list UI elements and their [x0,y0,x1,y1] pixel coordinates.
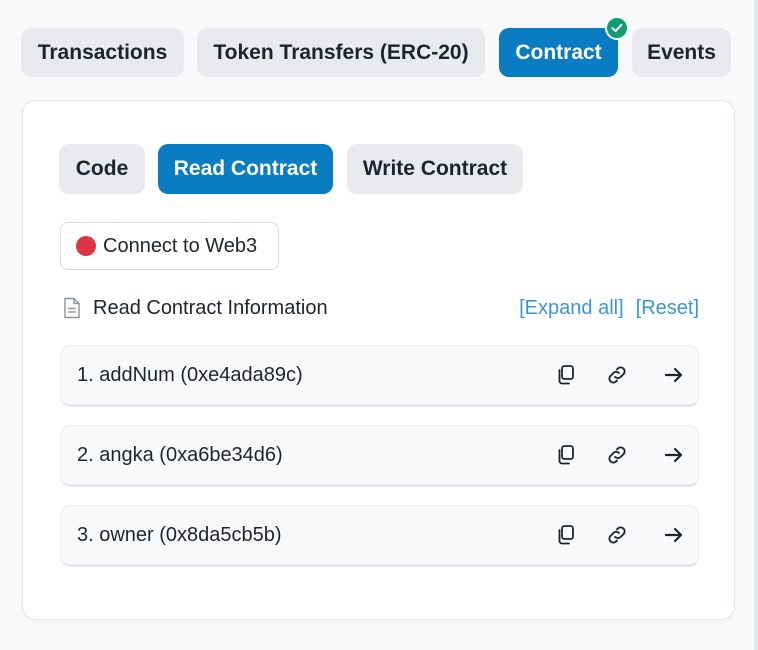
method-actions [554,346,686,404]
method-label: 3. owner (0x8da5cb5b) [77,523,282,546]
method-row-owner[interactable]: 3. owner (0x8da5cb5b) [60,505,699,567]
method-label: 2. angka (0xa6be34d6) [77,443,283,466]
tab-events-label: Events [647,40,716,64]
tab-transactions[interactable]: Transactions [21,28,184,77]
copy-icon[interactable] [554,363,578,387]
subtab-code[interactable]: Code [59,144,145,194]
link-icon[interactable] [605,523,629,547]
tab-events[interactable]: Events [632,28,731,77]
method-row-addnum[interactable]: 1. addNum (0xe4ada89c) [60,345,699,407]
page: Transactions Token Transfers (ERC-20) Co… [0,0,758,650]
method-actions [554,426,686,484]
read-contract-header: Read Contract Information [Expand all] [… [63,294,699,322]
header-actions: [Expand all] [Reset] [519,297,699,320]
copy-icon[interactable] [554,443,578,467]
method-row-angka[interactable]: 2. angka (0xa6be34d6) [60,425,699,487]
subtab-read-contract-label: Read Contract [173,157,318,180]
read-contract-title: Read Contract Information [93,296,328,319]
arrow-right-icon[interactable] [662,443,686,467]
subtab-read-contract[interactable]: Read Contract [158,144,333,194]
subtab-write-contract-label: Write Contract [362,157,508,180]
subtab-code-label: Code [75,157,129,180]
reset-link[interactable]: [Reset] [636,297,699,320]
tab-contract-label: Contract [515,40,602,64]
contract-panel: Code Read Contract Write Contract Connec… [22,100,735,620]
disconnected-status-icon [76,236,96,256]
copy-icon[interactable] [554,523,578,547]
connect-web3-label: Connect to Web3 [103,234,258,257]
connect-web3-button[interactable]: Connect to Web3 [60,222,279,270]
expand-all-link[interactable]: [Expand all] [519,297,624,320]
scroll-edge [754,0,758,650]
link-icon[interactable] [605,443,629,467]
tab-token-transfers[interactable]: Token Transfers (ERC-20) [197,28,485,77]
tab-contract[interactable]: Contract [499,16,629,77]
tab-transactions-label: Transactions [37,40,168,64]
arrow-right-icon[interactable] [662,523,686,547]
method-label: 1. addNum (0xe4ada89c) [77,363,303,386]
tab-token-transfers-label: Token Transfers (ERC-20) [213,40,469,64]
arrow-right-icon[interactable] [662,363,686,387]
link-icon[interactable] [605,363,629,387]
verified-check-icon [605,16,629,40]
subtab-write-contract[interactable]: Write Contract [347,144,523,194]
method-actions [554,506,686,564]
document-icon [64,297,80,319]
